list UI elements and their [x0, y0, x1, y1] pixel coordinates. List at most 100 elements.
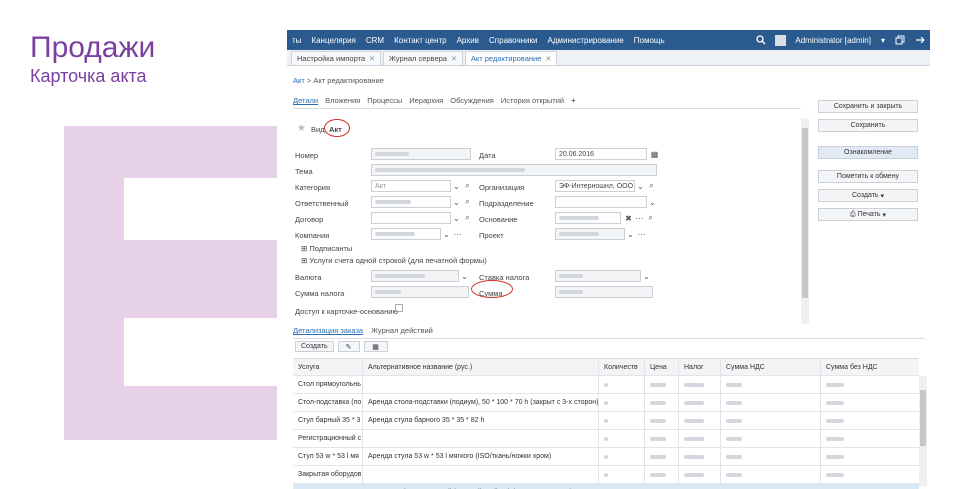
- save-close-button[interactable]: Сохранить и закрыть: [818, 100, 918, 113]
- tab-act-edit[interactable]: Акт редактирование ✕: [464, 51, 558, 65]
- tab-import-settings[interactable]: Настройка импорта ✕: [291, 51, 381, 65]
- tab-discussions[interactable]: Обсуждения: [450, 96, 494, 105]
- close-icon[interactable]: ✕: [451, 55, 457, 63]
- organization-field[interactable]: ЭФ-Интерношнл, ООО: [555, 180, 635, 192]
- logout-icon[interactable]: [914, 34, 926, 46]
- project-field[interactable]: [555, 228, 625, 240]
- breadcrumb-root[interactable]: Акт: [293, 76, 305, 85]
- table-row[interactable]: Закрытая оборудов: [293, 466, 919, 484]
- chevron-down-icon[interactable]: ⌄: [459, 270, 470, 282]
- grid-icon[interactable]: ▦: [363, 341, 388, 352]
- avatar[interactable]: [775, 34, 787, 46]
- chevron-down-icon[interactable]: ⌄: [451, 196, 462, 208]
- cell-price: [645, 484, 679, 489]
- table-toolbar: Создать ✎ ▦: [295, 341, 388, 352]
- table-row[interactable]: Стол-подставка (по Аренда стола-подставки…: [293, 394, 919, 412]
- chevron-down-icon[interactable]: ⌄: [641, 270, 652, 282]
- table-scrollbar[interactable]: [919, 376, 927, 486]
- nav-item-partial[interactable]: ты: [287, 36, 306, 45]
- chevron-down-icon[interactable]: ⌄: [451, 212, 462, 224]
- scrollbar-thumb[interactable]: [920, 390, 926, 446]
- chevron-down-icon[interactable]: ⌄: [451, 180, 462, 192]
- create-button[interactable]: Создать ▾: [818, 189, 918, 202]
- search-icon[interactable]: ⌕: [462, 180, 473, 192]
- printer-icon: ⎙: [850, 210, 856, 218]
- tab-hierarchy[interactable]: Иерархия: [409, 96, 443, 105]
- search-icon[interactable]: ⌕: [462, 196, 473, 208]
- table-row[interactable]: Стол прямоугольнь: [293, 376, 919, 394]
- tab-details[interactable]: Детали: [293, 96, 318, 105]
- chevron-down-icon[interactable]: ▾: [876, 36, 890, 45]
- chevron-down-icon[interactable]: ⌄: [441, 228, 452, 240]
- edit-icon[interactable]: ✎: [337, 341, 360, 352]
- more-icon[interactable]: ⋯: [452, 228, 463, 240]
- column-header-service[interactable]: Услуга: [293, 359, 363, 375]
- tab-server-log[interactable]: Журнал сервера ✕: [383, 51, 463, 65]
- nav-item-office[interactable]: Канцелярия: [306, 36, 360, 45]
- mark-exchange-button[interactable]: Пометить к обмену: [818, 170, 918, 183]
- sum-field[interactable]: [555, 286, 653, 298]
- tab-attachments[interactable]: Вложения: [325, 96, 360, 105]
- column-header-tax[interactable]: Налог: [679, 359, 721, 375]
- chevron-down-icon[interactable]: ⌄: [635, 180, 646, 192]
- star-icon[interactable]: ★: [297, 123, 306, 134]
- basis-field[interactable]: [555, 212, 621, 224]
- number-field[interactable]: [371, 148, 471, 160]
- column-header-price[interactable]: Цена: [645, 359, 679, 375]
- tax-amount-field[interactable]: [371, 286, 469, 298]
- clear-icon[interactable]: ✖: [623, 212, 634, 224]
- review-button[interactable]: Ознакомление: [818, 146, 918, 159]
- more-icon[interactable]: ⋯: [634, 212, 645, 224]
- search-icon[interactable]: ⌕: [646, 180, 657, 192]
- column-header-quantity[interactable]: Количеств: [599, 359, 645, 375]
- subject-field[interactable]: [371, 164, 657, 176]
- access-checkbox[interactable]: [395, 304, 403, 312]
- tab-open-history[interactable]: История открытий: [501, 96, 564, 105]
- tab-order-details[interactable]: Детализация заказа: [293, 326, 363, 335]
- nav-item-crm[interactable]: CRM: [361, 36, 389, 45]
- chevron-down-icon[interactable]: ⌄: [625, 228, 636, 240]
- print-button[interactable]: ⎙ Печать ▾: [818, 208, 918, 221]
- chevron-down-icon[interactable]: ⌄: [647, 196, 658, 208]
- table-create-button[interactable]: Создать: [295, 341, 334, 352]
- signers-toggle[interactable]: ⊞ Подписанты: [301, 244, 352, 253]
- contract-field[interactable]: [371, 212, 451, 224]
- save-button[interactable]: Сохранить: [818, 119, 918, 132]
- nav-item-contact-center[interactable]: Контакт центр: [389, 36, 452, 45]
- table-row[interactable]: Регистрационный с: [293, 430, 919, 448]
- tab-processes[interactable]: Процессы: [367, 96, 402, 105]
- user-name[interactable]: Administrator [admin]: [790, 36, 876, 45]
- table-row[interactable]: Стул барный 35 * 3 Аренда стула барного 3…: [293, 412, 919, 430]
- category-field[interactable]: Акт: [371, 180, 451, 192]
- column-header-alt-name[interactable]: Альтернативное название (рус.): [363, 359, 599, 375]
- calendar-icon[interactable]: ▦: [649, 148, 660, 160]
- cell-sum-no-vat: [821, 448, 919, 465]
- department-field[interactable]: [555, 196, 647, 208]
- services-toggle[interactable]: ⊞ Услуги счета одной строкой (для печатн…: [301, 256, 487, 265]
- search-icon[interactable]: ⌕: [462, 212, 473, 224]
- nav-item-administration[interactable]: Администрирование: [542, 36, 628, 45]
- subject-label: Тема: [295, 167, 313, 176]
- tab-action-log[interactable]: Журнал действий: [371, 326, 433, 335]
- tax-rate-field[interactable]: [555, 270, 641, 282]
- search-icon[interactable]: [755, 34, 767, 46]
- more-icon[interactable]: ⋯: [636, 228, 647, 240]
- table-row[interactable]: Информационная /Аренда информационной / …: [293, 484, 919, 489]
- nav-item-archive[interactable]: Архив: [452, 36, 484, 45]
- scrollbar-thumb[interactable]: [802, 128, 808, 298]
- close-icon[interactable]: ✕: [545, 55, 551, 63]
- close-icon[interactable]: ✕: [369, 55, 375, 63]
- nav-item-help[interactable]: Помощь: [629, 36, 670, 45]
- column-header-sum-no-vat[interactable]: Сумма без НДС: [821, 359, 919, 375]
- add-tab-icon[interactable]: +: [571, 96, 575, 105]
- currency-field[interactable]: [371, 270, 459, 282]
- nav-item-directories[interactable]: Справочники: [484, 36, 542, 45]
- table-row[interactable]: Стул 53 w * 53 l мя Аренда стула 53 w * 5…: [293, 448, 919, 466]
- company-field[interactable]: [371, 228, 441, 240]
- form-scrollbar[interactable]: [801, 118, 809, 324]
- search-icon[interactable]: ⌕: [645, 212, 656, 224]
- date-field[interactable]: 20.06.2016: [555, 148, 647, 160]
- column-header-vat-sum[interactable]: Сумма НДС: [721, 359, 821, 375]
- restore-window-icon[interactable]: [894, 34, 906, 46]
- responsible-field[interactable]: [371, 196, 451, 208]
